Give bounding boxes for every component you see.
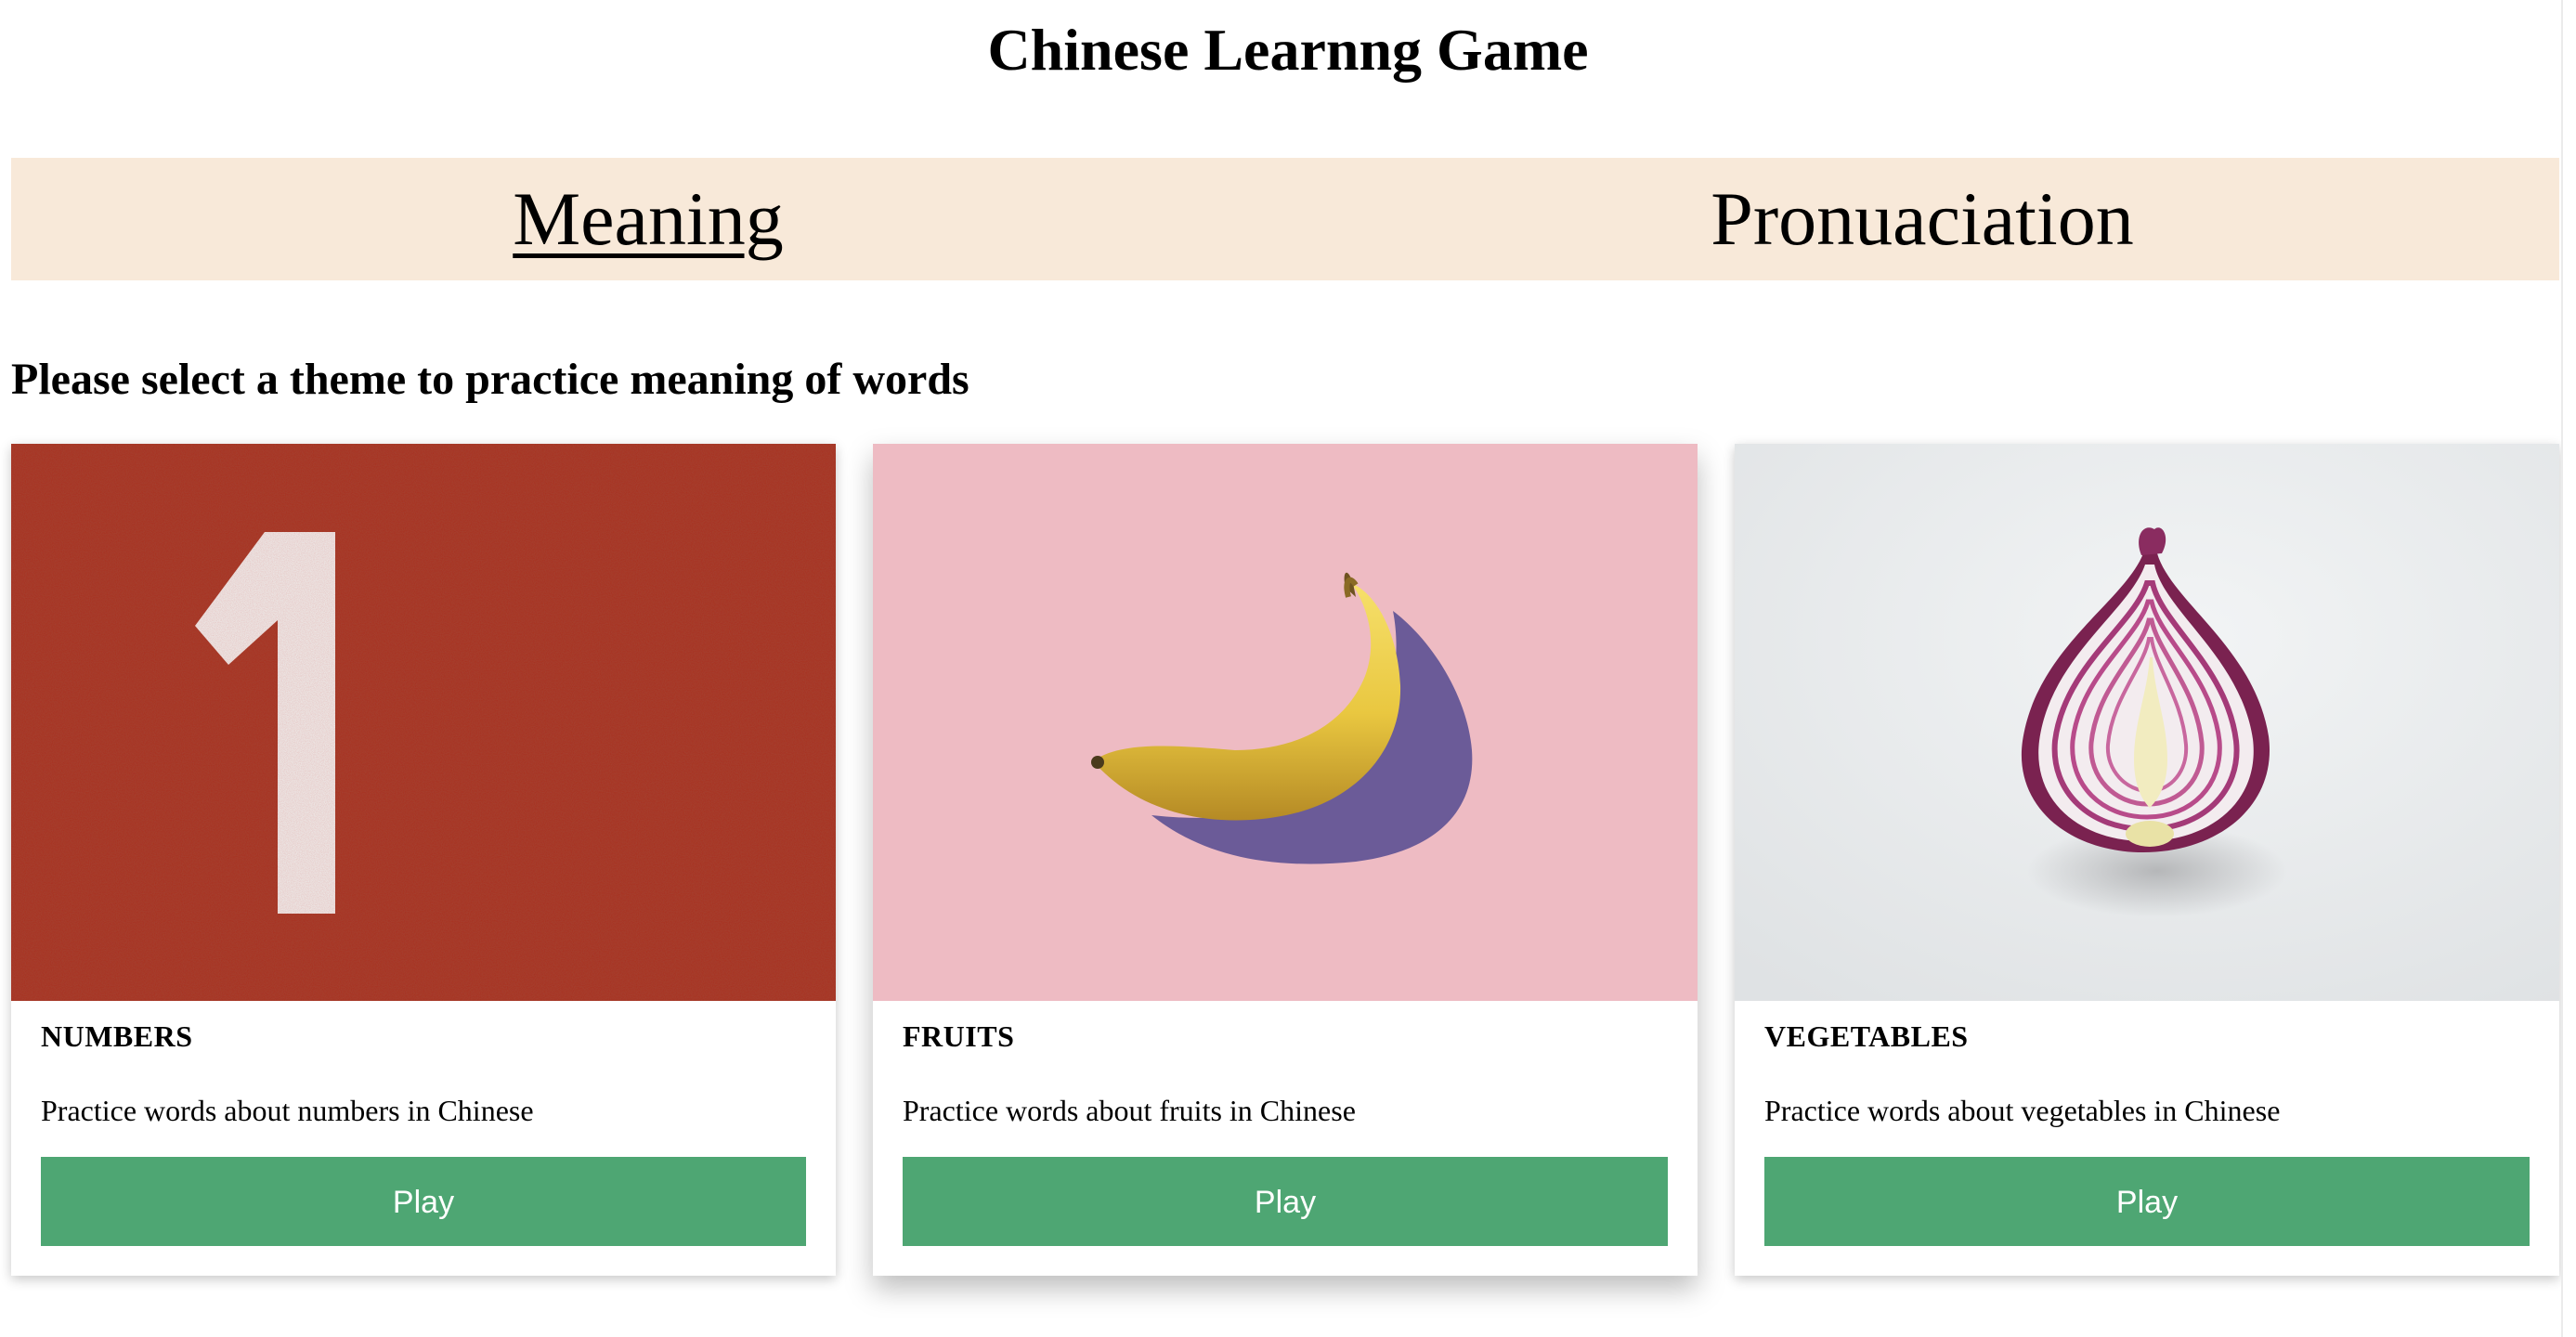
card-description: Practice words about fruits in Chinese — [903, 1094, 1356, 1127]
page-title: Chinese Learnng Game — [987, 17, 1589, 83]
play-numbers-button[interactable]: Play — [41, 1157, 806, 1246]
card-description: Practice words about vegetables in Chine… — [1764, 1094, 2281, 1127]
theme-cards: NUMBERS Practice words about numbers in … — [11, 444, 2559, 1276]
card-vegetables: VEGETABLES Practice words about vegetabl… — [1735, 444, 2559, 1276]
nav-link-pronunciation[interactable]: Pronuaciation — [1285, 158, 2559, 280]
card-title: NUMBERS — [41, 1019, 193, 1053]
card-description: Practice words about numbers in Chinese — [41, 1094, 534, 1127]
card-fruits: FRUITS Practice words about fruits in Ch… — [873, 444, 1698, 1276]
fruits-image — [873, 444, 1698, 1001]
numbers-image — [11, 444, 836, 1001]
card-title: FRUITS — [903, 1019, 1015, 1053]
theme-nav-bar: Meaning Pronuaciation — [11, 158, 2559, 280]
card-numbers: NUMBERS Practice words about numbers in … — [11, 444, 836, 1276]
play-vegetables-button[interactable]: Play — [1764, 1157, 2530, 1246]
nav-link-meaning[interactable]: Meaning — [11, 158, 1285, 280]
vertical-scrollbar[interactable] — [2561, 0, 2576, 1337]
play-fruits-button[interactable]: Play — [903, 1157, 1668, 1246]
section-subtitle: Please select a theme to practice meanin… — [11, 355, 969, 404]
vegetables-image — [1735, 444, 2559, 1001]
card-title: VEGETABLES — [1764, 1019, 1969, 1053]
